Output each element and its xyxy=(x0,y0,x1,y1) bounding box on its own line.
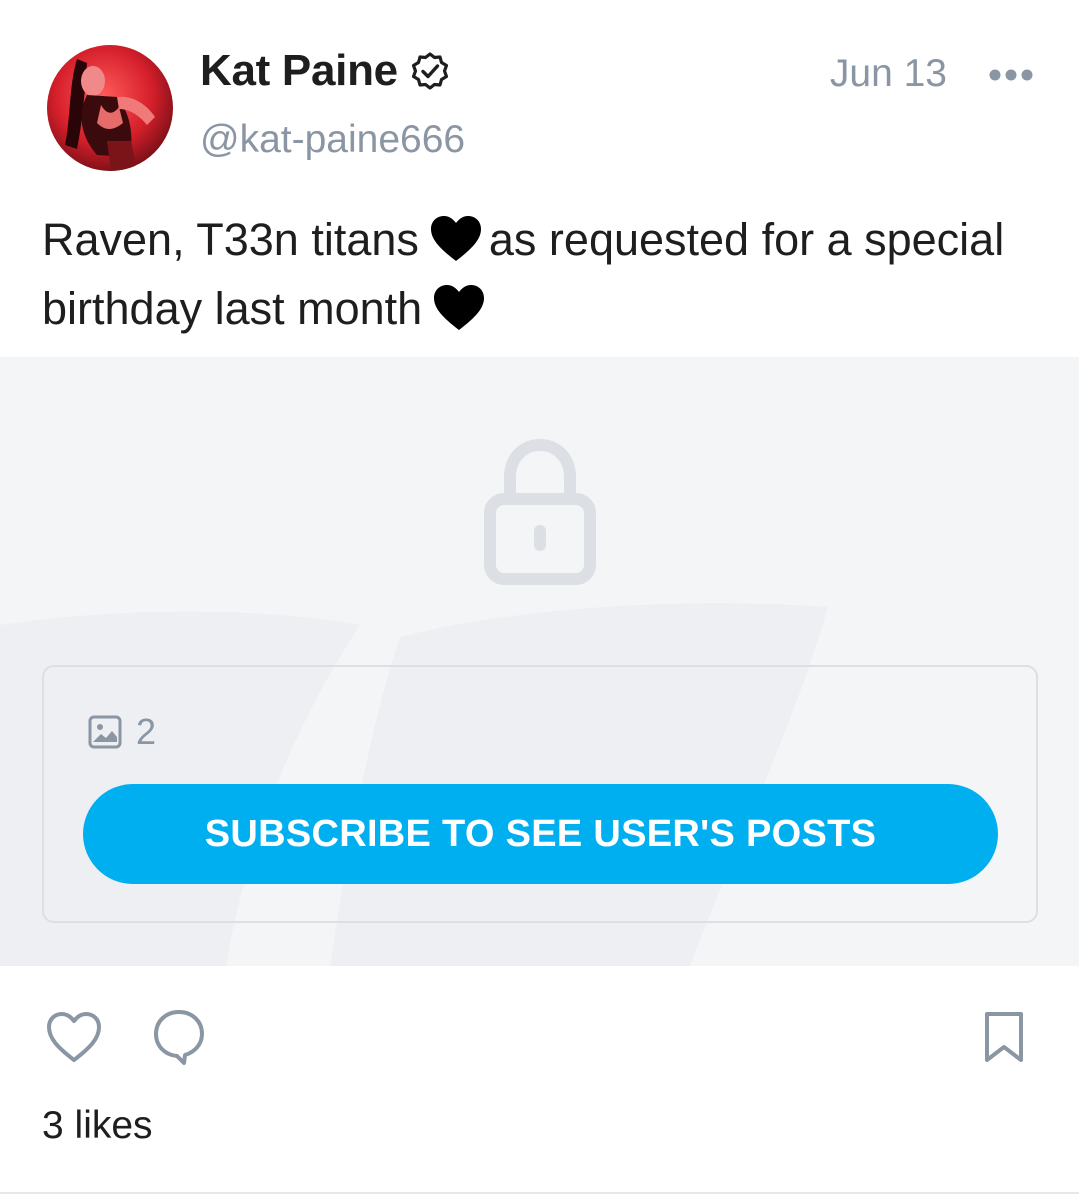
likes-count[interactable]: 3 likes xyxy=(42,1104,153,1148)
post-text-part-3: birthday last month xyxy=(42,283,423,334)
author-name-text[interactable]: Kat Paine xyxy=(200,46,398,96)
post-text-part-1: Raven, T33n titans xyxy=(42,214,419,265)
black-heart-icon xyxy=(434,285,485,330)
image-icon xyxy=(88,715,122,749)
more-icon[interactable] xyxy=(988,64,1034,86)
post-text: Raven, T33n titans as requested for a spe… xyxy=(42,205,1042,343)
subscribe-box: 2 SUBSCRIBE TO SEE USER'S POSTS xyxy=(42,665,1038,923)
author-name[interactable]: Kat Paine xyxy=(200,46,450,96)
lock-icon xyxy=(484,438,596,585)
post-card: Kat Paine @kat-paine666 Jun 13 Raven, T3… xyxy=(0,0,1079,1196)
subscribe-button[interactable]: SUBSCRIBE TO SEE USER'S POSTS xyxy=(83,784,998,884)
avatar[interactable] xyxy=(47,45,173,171)
divider xyxy=(0,1192,1079,1194)
bookmark-icon[interactable] xyxy=(981,1010,1027,1064)
comment-icon[interactable] xyxy=(152,1008,206,1066)
locked-media-area: 2 SUBSCRIBE TO SEE USER'S POSTS xyxy=(0,357,1079,966)
post-date[interactable]: Jun 13 xyxy=(830,52,947,96)
like-icon[interactable] xyxy=(45,1010,103,1064)
avatar-image xyxy=(47,45,173,171)
post-text-part-2: as requested for a special xyxy=(488,214,1005,265)
media-count: 2 xyxy=(88,711,156,753)
verified-badge-icon xyxy=(411,52,448,90)
black-heart-icon xyxy=(430,216,481,261)
media-count-value: 2 xyxy=(136,711,157,752)
author-handle[interactable]: @kat-paine666 xyxy=(200,118,465,162)
